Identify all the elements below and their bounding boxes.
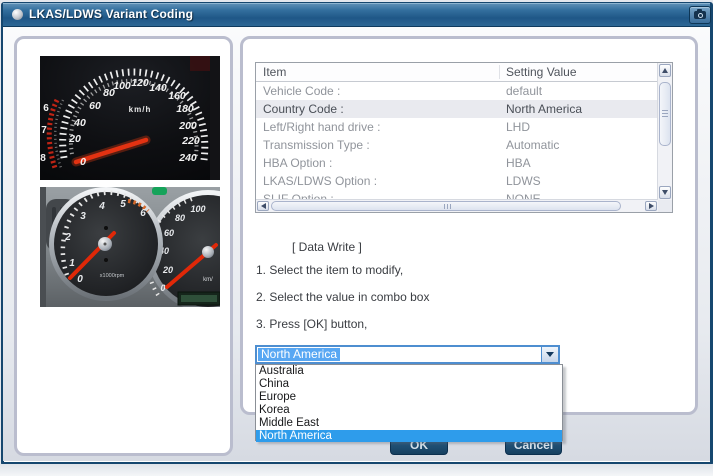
dropdown-option[interactable]: Europe xyxy=(256,391,562,404)
arrow-down-icon[interactable] xyxy=(659,186,671,199)
gauge-label: 200 xyxy=(178,120,197,132)
gauge-label: 60 xyxy=(89,100,101,112)
scrollbar-corner xyxy=(658,200,672,212)
gauge-unit: x1000rpm xyxy=(100,273,125,279)
gauge-label: 6 xyxy=(140,208,146,219)
dropdown-option[interactable]: Korea xyxy=(256,404,562,417)
arrow-right-icon[interactable] xyxy=(645,201,657,211)
dropdown-option[interactable]: Middle East xyxy=(256,417,562,430)
settings-table[interactable]: Item Setting Value Vehicle Code : defaul… xyxy=(255,62,673,213)
gauge-label: 2 xyxy=(64,232,71,243)
combo-selected-value: North America xyxy=(258,348,340,361)
instruction-step-1: 1. Select the item to modify, xyxy=(256,263,403,277)
column-header-item: Item xyxy=(263,65,286,79)
combo-dropdown-button[interactable] xyxy=(541,347,558,362)
gauge-label: 5 xyxy=(120,199,126,210)
gauge-label: 20 xyxy=(162,265,173,275)
gauge-label: 20 xyxy=(68,133,81,145)
titlebar: LKAS/LDWS Variant Coding xyxy=(3,3,710,27)
window-bottom-edge xyxy=(0,464,713,476)
dropdown-option-highlighted[interactable]: North America xyxy=(256,430,562,442)
vertical-scrollbar-thumb[interactable] xyxy=(659,82,671,146)
gauge-label: 40 xyxy=(73,117,86,129)
gauge-label: 0 xyxy=(160,283,165,293)
capture-button[interactable] xyxy=(689,6,711,24)
gauge-label: 100 xyxy=(113,80,131,92)
country-combo-box[interactable]: North America xyxy=(255,345,560,364)
screen: LKAS/LDWS Variant Coding 0 20 40 60 8 xyxy=(0,0,713,476)
app-sphere-icon xyxy=(12,9,23,20)
table-row[interactable]: Left/Right hand drive : LHD xyxy=(256,118,658,136)
gauge-label: 0 xyxy=(77,274,83,285)
dropdown-option[interactable]: China xyxy=(256,378,562,391)
table-content: Item Setting Value Vehicle Code : defaul… xyxy=(256,63,658,200)
gauge-unit: km/ xyxy=(203,277,213,283)
arrow-left-icon[interactable] xyxy=(257,201,269,211)
instructions-heading: [ Data Write ] xyxy=(292,240,362,254)
table-row[interactable]: LKAS/LDWS Option : LDWS xyxy=(256,172,658,190)
horizontal-scrollbar[interactable] xyxy=(256,199,658,212)
speedometer-image: 0 20 40 60 80 100 120 140 160 180 200 22… xyxy=(40,56,220,180)
dropdown-option[interactable]: Australia xyxy=(256,365,562,378)
horizontal-scrollbar-thumb[interactable] xyxy=(271,201,621,211)
instruction-step-2: 2. Select the value in combo box xyxy=(256,290,429,304)
table-row[interactable]: HBA Option : HBA xyxy=(256,154,658,172)
gauge-label: 240 xyxy=(178,152,197,164)
gauge-label: 120 xyxy=(131,77,149,89)
gauge-label: 160 xyxy=(168,90,186,102)
gauge-label: 1 xyxy=(69,258,75,269)
gauge-unit: km/h xyxy=(129,105,152,114)
table-row[interactable]: Transmission Type : Automatic xyxy=(256,136,658,154)
column-header-setting-value: Setting Value xyxy=(506,63,577,81)
table-row[interactable]: Vehicle Code : default xyxy=(256,82,658,100)
gauge-label: 220 xyxy=(181,135,200,147)
chevron-down-icon xyxy=(546,352,554,357)
gauge-label: 180 xyxy=(176,103,194,115)
gauge-label: 3 xyxy=(80,211,86,222)
table-header: Item Setting Value xyxy=(256,63,658,82)
gauge-label: 4 xyxy=(98,201,105,212)
gauge-label: 60 xyxy=(164,228,174,238)
gauge-label: 140 xyxy=(149,82,167,94)
gauge-label: 8 xyxy=(40,153,46,164)
instruction-step-3: 3. Press [OK] button, xyxy=(256,317,367,331)
table-row-selected[interactable]: Country Code : North America xyxy=(256,100,658,118)
vertical-scrollbar[interactable] xyxy=(657,63,672,200)
gauge-label: 100 xyxy=(190,204,205,214)
gauge-label: 0 xyxy=(80,156,86,168)
gauge-label: 80 xyxy=(175,213,185,223)
window-title: LKAS/LDWS Variant Coding xyxy=(29,7,193,21)
arrow-up-icon[interactable] xyxy=(659,64,671,77)
gauge-label: 7 xyxy=(41,125,47,136)
combo-dropdown-list: Australia China Europe Korea Middle East… xyxy=(255,364,563,441)
gauge-cluster-image: 0 20 40 60 80 100 km/ 0 1 2 3 4 5 6 x100… xyxy=(40,187,220,307)
gauge-label: 6 xyxy=(43,103,49,114)
